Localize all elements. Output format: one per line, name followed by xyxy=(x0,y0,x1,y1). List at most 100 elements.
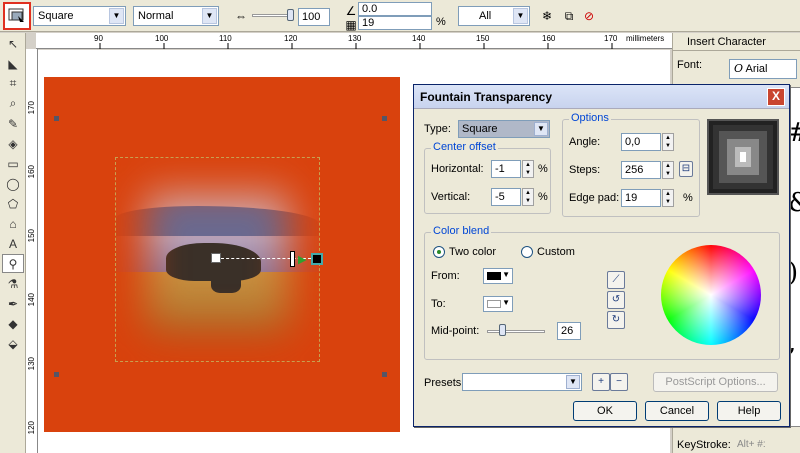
postscript-options-button[interactable]: PostScript Options... xyxy=(653,372,778,392)
copy-transparency-icon[interactable]: ⧉ xyxy=(560,7,578,25)
percent-label: % xyxy=(436,16,446,28)
type-select[interactable]: Square ▼ xyxy=(458,120,550,138)
font-select[interactable]: O Arial xyxy=(729,59,797,79)
vertical-input[interactable]: -5 xyxy=(491,188,521,206)
cancel-button[interactable]: Cancel xyxy=(645,401,709,421)
basic-shapes-tool-icon[interactable]: ⌂ xyxy=(2,214,24,233)
arrow-right-icon: ▶ xyxy=(298,254,307,266)
opentype-icon: O xyxy=(734,62,744,75)
ruler-tick: 130 xyxy=(27,357,36,371)
transparency-mode-value: Normal xyxy=(138,10,174,22)
zoom-tool-icon[interactable]: ⌕ xyxy=(2,94,24,113)
transparency-midpoint-slider[interactable] xyxy=(290,251,295,267)
horizontal-label: Horizontal: xyxy=(431,163,484,175)
pick-tool-icon[interactable]: ↖ xyxy=(2,34,24,53)
interactive-tool-icon[interactable]: ⚲ xyxy=(2,254,24,273)
edge-pad-spinner[interactable]: ▲ ▼ xyxy=(662,189,674,207)
help-button[interactable]: Help xyxy=(717,401,781,421)
transparency-type-select[interactable]: Square ▼ xyxy=(33,6,126,26)
horizontal-ruler: 90 100 110 120 130 140 150 160 170 milli… xyxy=(36,33,672,49)
edge-pad-input[interactable]: 19 xyxy=(621,189,661,207)
interactive-fill-tool-icon[interactable]: ⬙ xyxy=(2,334,24,353)
shape-tool-icon[interactable]: ◣ xyxy=(2,54,24,73)
chevron-down-icon[interactable]: ▼ xyxy=(109,8,124,24)
transparency-start-node[interactable] xyxy=(211,253,221,263)
crop-tool-icon[interactable]: ⌗ xyxy=(2,74,24,93)
from-label: From: xyxy=(431,270,460,282)
freehand-tool-icon[interactable]: ✎ xyxy=(2,114,24,133)
freeze-icon[interactable]: ❄ xyxy=(538,7,556,25)
midpoint-input[interactable]: 26 xyxy=(557,322,581,340)
chevron-down-icon[interactable]: ▼ xyxy=(202,8,217,24)
color-blend-title: Color blend xyxy=(431,225,492,237)
steps-spinner[interactable]: ▲ ▼ xyxy=(662,161,674,179)
presets-select[interactable]: ▼ xyxy=(462,373,582,391)
presets-label: Presets: xyxy=(424,377,465,389)
polygon-tool-icon[interactable]: ⬠ xyxy=(2,194,24,213)
transparency-end-node[interactable] xyxy=(311,253,323,265)
selection-handle[interactable] xyxy=(382,372,387,377)
close-button[interactable]: X xyxy=(767,88,785,106)
to-color-swatch xyxy=(487,300,501,308)
two-color-label: Two color xyxy=(449,246,497,258)
midpoint-slider-track[interactable] xyxy=(487,330,545,333)
two-color-radio[interactable] xyxy=(433,246,445,258)
outline-tool-icon[interactable]: ✒ xyxy=(2,294,24,313)
counterclockwise-blend-icon[interactable]: ↺ xyxy=(607,291,625,309)
keystroke-label: KeyStroke: xyxy=(677,439,731,451)
docker-title: Insert Character xyxy=(673,33,800,51)
custom-radio[interactable] xyxy=(521,246,533,258)
chevron-down-icon[interactable]: ▼ xyxy=(513,8,528,24)
rectangle-tool-icon[interactable]: ▭ xyxy=(2,154,24,173)
direct-blend-icon[interactable]: ⟋ xyxy=(607,271,625,289)
midpoint-slider-track[interactable] xyxy=(252,14,292,17)
ruler-tick: 140 xyxy=(27,293,36,307)
lock-icon[interactable]: ⊟ xyxy=(679,161,693,177)
angle-input[interactable]: 0.0 xyxy=(358,2,432,16)
steps-input[interactable]: 19 xyxy=(358,16,432,30)
chevron-down-icon[interactable]: ▼ xyxy=(566,375,580,389)
interactive-transparency-tool-icon[interactable] xyxy=(3,2,31,30)
chevron-down-icon[interactable]: ▼ xyxy=(534,122,548,136)
type-value: Square xyxy=(462,123,498,135)
midpoint-input[interactable]: 100 xyxy=(298,8,330,26)
clear-transparency-icon[interactable]: ⊘ xyxy=(580,7,598,25)
horizontal-input[interactable]: -1 xyxy=(491,160,521,178)
remove-preset-icon[interactable]: − xyxy=(610,373,628,391)
chevron-down-icon: ▼ xyxy=(502,298,510,307)
transparency-mode-select[interactable]: Normal ▼ xyxy=(133,6,219,26)
color-wheel[interactable] xyxy=(661,245,761,345)
apply-to-select[interactable]: All ▼ xyxy=(458,6,530,26)
horizontal-spinner[interactable]: ▲ ▼ xyxy=(522,160,534,178)
ellipse-tool-icon[interactable]: ◯ xyxy=(2,174,24,193)
selection-handle[interactable] xyxy=(54,116,59,121)
vertical-label: Vertical: xyxy=(431,191,471,203)
steps-input[interactable]: 256 xyxy=(621,161,661,179)
vertical-spinner[interactable]: ▲ ▼ xyxy=(522,188,534,206)
add-preset-icon[interactable]: + xyxy=(592,373,610,391)
midpoint-slider-thumb[interactable] xyxy=(287,9,294,21)
selection-handle[interactable] xyxy=(54,372,59,377)
midpoint-icon: ⇔ xyxy=(235,9,247,23)
midpoint-slider-thumb[interactable] xyxy=(499,324,507,336)
from-color-picker[interactable]: ▼ xyxy=(483,268,513,284)
eyedropper-tool-icon[interactable]: ⚗ xyxy=(2,274,24,293)
options-group: Options Angle: 0,0 ▲ ▼ Steps: 256 ▲ ▼ ⊟ Ed… xyxy=(562,112,700,217)
angle-input[interactable]: 0,0 xyxy=(621,133,661,151)
dialog-title: Fountain Transparency xyxy=(414,85,789,109)
ok-button[interactable]: OK xyxy=(573,401,637,421)
custom-label: Custom xyxy=(537,246,575,258)
steps-label: Steps: xyxy=(569,164,601,176)
smart-fill-tool-icon[interactable]: ◈ xyxy=(2,134,24,153)
clockwise-blend-icon[interactable]: ↻ xyxy=(607,311,625,329)
selection-handle[interactable] xyxy=(382,116,387,121)
to-color-picker[interactable]: ▼ xyxy=(483,296,513,312)
apply-to-value: All xyxy=(479,10,492,22)
fill-tool-icon[interactable]: ◆ xyxy=(2,314,24,333)
percent-label: % xyxy=(538,163,548,175)
midpoint-label: Mid-point: xyxy=(431,325,480,337)
angle-spinner[interactable]: ▲ ▼ xyxy=(662,133,674,151)
font-value: Arial xyxy=(745,63,768,75)
text-tool-icon[interactable]: A xyxy=(2,234,24,253)
percent-label: % xyxy=(683,192,693,204)
